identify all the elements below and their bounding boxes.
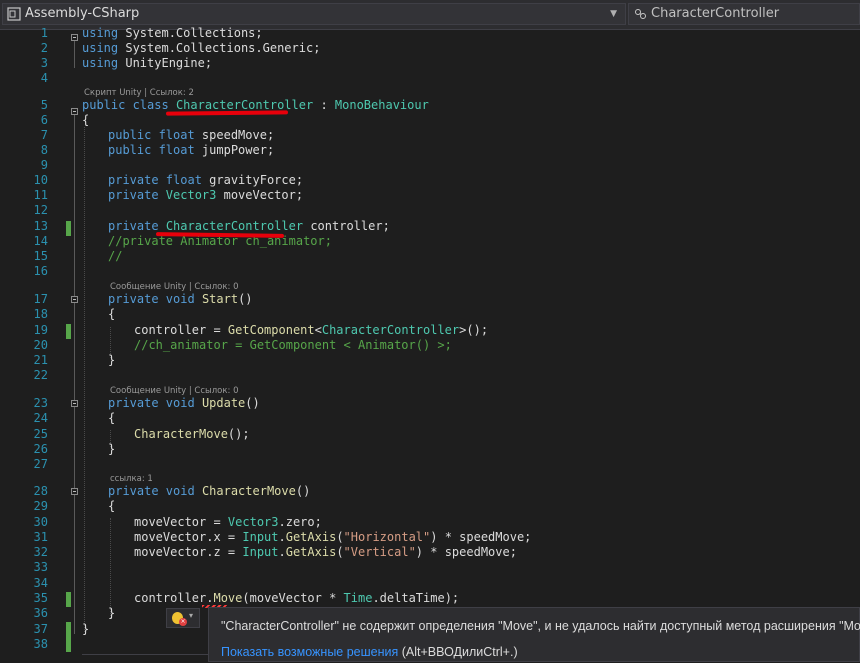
code-line: 28 private void CharacterMove() <box>33 484 311 498</box>
code-line: 22 <box>33 368 48 382</box>
show-fixes-link[interactable]: Показать возможные решения <box>221 645 398 659</box>
member-name: CharacterController <box>651 6 780 21</box>
code-line: 16 <box>33 264 48 278</box>
code-line: 8 public float jumpPower; <box>40 143 275 157</box>
code-line: 10 private float gravityForce; <box>33 173 304 187</box>
chevron-down-icon: ▼ <box>610 9 617 19</box>
chevron-down-icon: ▾ <box>189 611 194 620</box>
code-line: 24{ <box>33 411 116 425</box>
code-line: 15// <box>33 249 123 263</box>
project-name: Assembly-CSharp <box>25 6 140 21</box>
code-editor[interactable]: Скрипт Unity | Ссылок: 2 Сообщение Unity… <box>0 26 860 662</box>
code-line: 18{ <box>33 307 116 321</box>
member-dropdown[interactable]: CharacterController <box>628 3 860 25</box>
code-line: 35 controller.Move(moveVector * Time.delt… <box>33 591 460 605</box>
code-line: 30 moveVector = Vector3.zero; <box>33 515 322 529</box>
code-line: 17 private void Start() <box>33 292 253 306</box>
code-line: 33 <box>33 560 48 574</box>
code-line: 34 <box>33 576 48 590</box>
error-badge-icon: × <box>179 618 187 626</box>
code-line: 3 using UnityEngine; <box>40 56 213 70</box>
code-line: 9 <box>40 158 48 172</box>
code-line: 2 using System.Collections.Generic; <box>40 41 321 55</box>
class-icon <box>635 9 646 19</box>
code-line: 19 controller = GetComponent<CharacterCon… <box>33 323 489 337</box>
code-line: 11 private Vector3 moveVector; <box>33 188 304 202</box>
code-line: 12 <box>33 203 48 217</box>
fix-shortcut: (Alt+ВВОДилиCtrl+.) <box>398 645 518 659</box>
code-line: 25 CharacterMove(); <box>33 427 250 441</box>
code-line: 32 moveVector.z = Input.GetAxis("Vertical… <box>33 545 517 559</box>
code-line: 14//private Animator ch_animator; <box>33 234 332 248</box>
code-line: 21} <box>33 353 116 367</box>
csharp-project-icon <box>7 7 21 21</box>
code-line: 1 using System.Collections; <box>40 26 263 40</box>
code-line: 26} <box>33 442 116 456</box>
code-line: 23 private void Update() <box>33 396 260 410</box>
code-line: 6{ <box>40 113 90 127</box>
fix-suggestion: Показать возможные решения (Alt+ВВОДилиC… <box>221 645 518 659</box>
code-line: 7 public float speedMove; <box>40 128 275 142</box>
code-line: 29{ <box>33 499 116 513</box>
code-line: 13 private CharacterController controller… <box>33 219 390 233</box>
code-line: 4 <box>40 71 48 85</box>
code-line: 20//ch_animator = GetComponent < Animato… <box>33 338 452 352</box>
quick-actions-button[interactable]: × ▾ <box>166 608 200 628</box>
error-tooltip: "CharacterController" не содержит опреде… <box>208 607 860 662</box>
error-message: "CharacterController" не содержит опреде… <box>221 619 860 633</box>
code-line: 31 moveVector.x = Input.GetAxis("Horizont… <box>33 530 532 544</box>
project-dropdown[interactable]: Assembly-CSharp ▼ <box>2 3 626 25</box>
code-line: 27 <box>33 457 48 471</box>
code-line: 5 public class CharacterController : Mono… <box>40 98 429 112</box>
